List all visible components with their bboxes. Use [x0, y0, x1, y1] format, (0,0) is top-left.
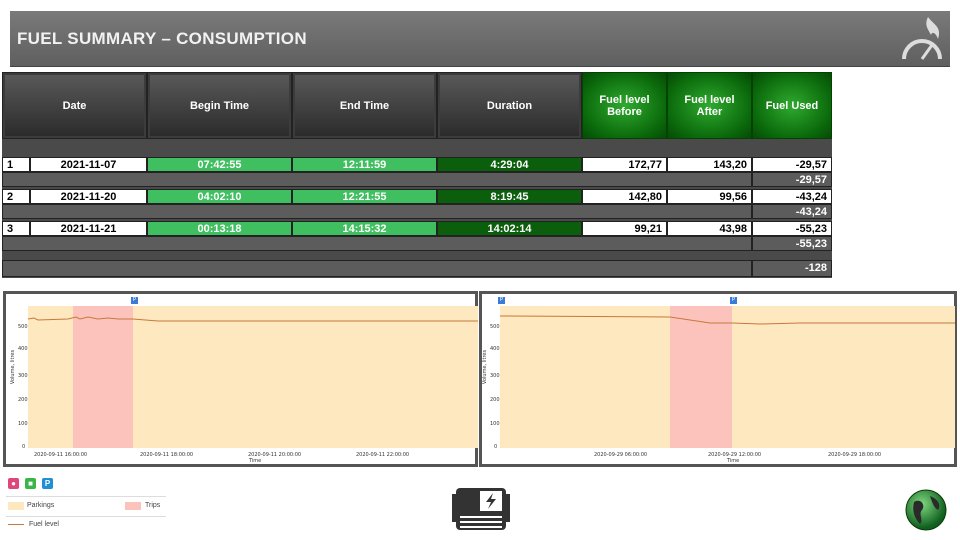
- fuel-level-line: [28, 316, 478, 322]
- generator-icon: [452, 488, 510, 530]
- parking-marker: P: [730, 297, 737, 304]
- x-tick: 2020-09-11 22:00:00: [356, 452, 410, 458]
- trips-swatch: [125, 502, 141, 510]
- total-fuel-used: -128: [752, 260, 832, 277]
- parking-marker: P: [131, 297, 138, 304]
- row-spacer: [2, 172, 752, 187]
- x-tick: 2020-09-11 18:00:00: [140, 452, 194, 458]
- row-fuel-used: -55,23: [752, 221, 832, 236]
- fuel-pump-icon[interactable]: ■: [25, 478, 36, 489]
- col-header-date: Date: [2, 72, 147, 139]
- col-header-begin-time: Begin Time: [147, 72, 292, 139]
- row-subtotal: -55,23: [752, 236, 832, 251]
- y-tick: 500: [18, 324, 28, 330]
- parkings-swatch: [8, 502, 24, 510]
- row-fuel-before: 99,21: [582, 221, 667, 236]
- legend-divider: [6, 516, 166, 517]
- x-tick: 2020-09-29 06:00:00: [594, 452, 648, 458]
- row-fuel-after: 43,98: [667, 221, 752, 236]
- row-fuel-used: -43,24: [752, 189, 832, 204]
- row-subtotal: -43,24: [752, 204, 832, 219]
- fuel-level-chart-2: P P 500 400 300 200 100 0 Volume, litres…: [479, 291, 957, 467]
- parking-marker: P: [498, 297, 505, 304]
- row-number: 2: [2, 189, 30, 204]
- row-spacer: [2, 204, 752, 219]
- row-subtotal: -29,57: [752, 172, 832, 187]
- x-tick: 2020-09-11 16:00:00: [34, 452, 88, 458]
- speedometer-flame-icon: [902, 17, 942, 60]
- row-fuel-after: 99,56: [667, 189, 752, 204]
- row-date: 2021-11-07: [30, 157, 147, 172]
- y-tick: 400: [490, 346, 500, 352]
- y-axis-label: Volume, litres: [482, 349, 489, 385]
- col-header-end-time: End Time: [292, 72, 437, 139]
- legend-fuel-level: Fuel level: [29, 521, 59, 528]
- legend-parkings: Parkings: [27, 502, 55, 509]
- col-header-fuel-used: Fuel Used: [752, 72, 832, 139]
- row-end-time: 12:11:59: [292, 157, 437, 172]
- chart-plot-area: [28, 306, 478, 448]
- legend-divider: [6, 496, 166, 497]
- fuel-level-swatch: [8, 524, 24, 525]
- row-fuel-before: 172,77: [582, 157, 667, 172]
- row-begin-time: 04:02:10: [147, 189, 292, 204]
- header-banner: FUEL SUMMARY – CONSUMPTION: [10, 11, 950, 67]
- y-tick: 400: [18, 346, 28, 352]
- row-fuel-used: -29,57: [752, 157, 832, 172]
- row-number: 3: [2, 221, 30, 236]
- y-tick: 300: [18, 373, 28, 379]
- y-tick: 0: [22, 444, 26, 450]
- y-tick: 300: [490, 373, 500, 379]
- legend-trips: Trips: [145, 502, 161, 509]
- row-fuel-before: 142,80: [582, 189, 667, 204]
- col-header-fuel-after: Fuel level After: [667, 72, 752, 139]
- parking-icon[interactable]: P: [42, 478, 53, 489]
- y-axis-label: Volume, litres: [10, 349, 17, 385]
- col-header-fuel-before: Fuel level Before: [582, 72, 667, 139]
- fuel-level-line: [500, 315, 955, 325]
- row-date: 2021-11-20: [30, 189, 147, 204]
- page-title: FUEL SUMMARY – CONSUMPTION: [17, 29, 307, 48]
- y-tick: 100: [490, 421, 500, 427]
- row-duration: 4:29:04: [437, 157, 582, 172]
- total-spacer: [2, 260, 752, 277]
- chart-plot-area: [500, 306, 955, 448]
- globe-icon: [905, 489, 947, 531]
- y-tick: 200: [490, 397, 500, 403]
- row-date: 2021-11-21: [30, 221, 147, 236]
- x-tick: 2020-09-29 18:00:00: [828, 452, 882, 458]
- y-tick: 200: [18, 397, 28, 403]
- x-axis-label: Time: [727, 458, 740, 464]
- row-begin-time: 00:13:18: [147, 221, 292, 236]
- fuel-level-chart-1: P 500 400 300 200 100 0 Volume, litres 2…: [3, 291, 478, 467]
- y-tick: 100: [18, 421, 28, 427]
- row-spacer: [2, 236, 752, 251]
- x-axis-label: Time: [249, 458, 262, 464]
- fuel-drop-icon[interactable]: ●: [8, 478, 19, 489]
- y-tick: 500: [490, 324, 500, 330]
- fuel-summary-table: Date Begin Time End Time Duration Fuel l…: [2, 72, 832, 278]
- row-number: 1: [2, 157, 30, 172]
- row-fuel-after: 143,20: [667, 157, 752, 172]
- row-duration: 8:19:45: [437, 189, 582, 204]
- y-tick: 0: [494, 444, 498, 450]
- row-end-time: 12:21:55: [292, 189, 437, 204]
- row-end-time: 14:15:32: [292, 221, 437, 236]
- row-duration: 14:02:14: [437, 221, 582, 236]
- col-header-duration: Duration: [437, 72, 582, 139]
- row-begin-time: 07:42:55: [147, 157, 292, 172]
